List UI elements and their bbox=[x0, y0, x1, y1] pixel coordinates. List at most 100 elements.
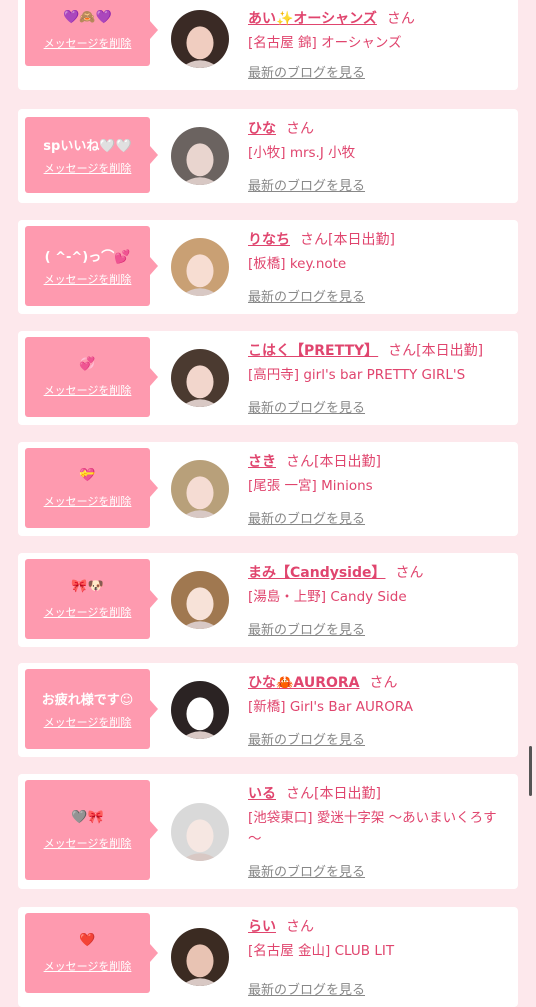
latest-blog-link[interactable]: 最新のブログを見る bbox=[248, 729, 365, 748]
cast-name-link[interactable]: いる bbox=[248, 786, 276, 802]
latest-blog-link[interactable]: 最新のブログを見る bbox=[248, 175, 365, 194]
girl-avatar[interactable] bbox=[171, 10, 229, 68]
girl-avatar[interactable] bbox=[171, 681, 229, 739]
message-bubble: 🩶🎀 メッセージを削除 bbox=[25, 780, 158, 880]
girl-avatar[interactable] bbox=[171, 571, 229, 629]
message-bubble: 🎀🐶 メッセージを削除 bbox=[25, 559, 158, 639]
message-text: 🎀🐶 bbox=[71, 579, 104, 594]
message-card: 🩶🎀 メッセージを削除 いる さん[本日出勤] [池袋東口] 愛迷十字架 ～あいまいくろ… bbox=[18, 774, 518, 889]
delete-message-link[interactable]: メッセージを削除 bbox=[25, 835, 150, 851]
work-status: [本日出勤] bbox=[328, 232, 395, 248]
cast-name-link[interactable]: りなち bbox=[248, 232, 290, 248]
shop-info: [池袋東口] 愛迷十字架 ～あいまいくろす～ bbox=[248, 810, 497, 847]
shop-info: [板橋] key.note bbox=[248, 256, 347, 272]
avatar-photo bbox=[171, 928, 229, 986]
latest-blog-link[interactable]: 最新のブログを見る bbox=[248, 979, 365, 998]
girl-avatar[interactable] bbox=[171, 238, 229, 296]
message-card: 💞 メッセージを削除 こはく【PRETTY】 さん[本日出勤] [高円寺] girl's… bbox=[18, 331, 518, 425]
message-bubble: ❤️ メッセージを削除 bbox=[25, 913, 158, 993]
honorific: さん bbox=[286, 919, 314, 935]
message-card: お疲れ様です☺ メッセージを削除 ひな🦀AURORA さん [新橋] Girl's Ba… bbox=[18, 663, 518, 757]
message-text: ( ^-^)っ⌒💕 bbox=[44, 250, 131, 265]
cast-name-link[interactable]: さき bbox=[248, 454, 276, 470]
work-status: [本日出勤] bbox=[314, 786, 381, 802]
shop-info: [名古屋 錦] オーシャンズ bbox=[248, 35, 402, 51]
message-text: 💞 bbox=[79, 357, 96, 372]
name-line: ひな さん bbox=[248, 118, 510, 138]
message-text: 💜🙈💜 bbox=[63, 10, 112, 25]
name-line: こはく【PRETTY】 さん[本日出勤] bbox=[248, 340, 510, 360]
name-line: らい さん bbox=[248, 916, 510, 936]
name-line: あい✨オーシャンズ さん bbox=[248, 8, 510, 28]
cast-name-link[interactable]: まみ【Candyside】 bbox=[248, 565, 385, 581]
shop-info: [新橋] Girl's Bar AURORA bbox=[248, 699, 413, 715]
latest-blog-link[interactable]: 最新のブログを見る bbox=[248, 861, 365, 880]
message-bubble: 💜🙈💜 メッセージを削除 bbox=[25, 0, 158, 66]
shop-info: [小牧] mrs.J 小牧 bbox=[248, 145, 356, 161]
girl-avatar[interactable] bbox=[171, 127, 229, 185]
avatar-photo bbox=[171, 238, 229, 296]
message-card: ❤️ メッセージを削除 らい さん [名古屋 金山] CLUB LIT 最新のブログを見る bbox=[18, 907, 518, 1007]
scrollbar[interactable] bbox=[529, 746, 532, 796]
message-bubble: お疲れ様です☺ メッセージを削除 bbox=[25, 669, 158, 749]
delete-message-link[interactable]: メッセージを削除 bbox=[25, 382, 150, 398]
delete-message-link[interactable]: メッセージを削除 bbox=[25, 714, 150, 730]
message-card: 💝 メッセージを削除 さき さん[本日出勤] [尾張 一宮] Minions 最新のブログ… bbox=[18, 442, 518, 536]
honorific: さん bbox=[369, 675, 398, 691]
message-bubble: 💝 メッセージを削除 bbox=[25, 448, 158, 528]
avatar-photo bbox=[171, 127, 229, 185]
message-bubble: spいいね🤍🤍 メッセージを削除 bbox=[25, 117, 158, 193]
honorific: さん bbox=[395, 565, 424, 581]
cast-name-link[interactable]: ひな🦀AURORA bbox=[248, 675, 360, 691]
delete-message-link[interactable]: メッセージを削除 bbox=[25, 958, 150, 974]
cast-name-link[interactable]: らい bbox=[248, 919, 276, 935]
girl-avatar[interactable] bbox=[171, 928, 229, 986]
name-line: ひな🦀AURORA さん bbox=[248, 672, 510, 692]
message-text: お疲れ様です☺ bbox=[41, 693, 134, 708]
cast-name-link[interactable]: あい✨オーシャンズ bbox=[248, 11, 377, 27]
delete-message-link[interactable]: メッセージを削除 bbox=[25, 604, 150, 620]
cast-name-link[interactable]: ひな bbox=[248, 121, 276, 137]
message-card: 💜🙈💜 メッセージを削除 あい✨オーシャンズ さん [名古屋 錦] オーシャンズ 最新のブ… bbox=[18, 0, 518, 90]
avatar-photo bbox=[171, 571, 229, 629]
work-status: [本日出勤] bbox=[416, 343, 484, 359]
latest-blog-link[interactable]: 最新のブログを見る bbox=[248, 286, 365, 305]
delete-message-link[interactable]: メッセージを削除 bbox=[25, 271, 150, 287]
shop-info: [名古屋 金山] CLUB LIT bbox=[248, 943, 395, 959]
honorific: さん bbox=[386, 11, 415, 27]
name-line: さき さん[本日出勤] bbox=[248, 451, 510, 471]
avatar-photo bbox=[171, 10, 229, 68]
message-card: spいいね🤍🤍 メッセージを削除 ひな さん [小牧] mrs.J 小牧 最新のブログを見… bbox=[18, 109, 518, 203]
cast-name-link[interactable]: こはく【PRETTY】 bbox=[248, 343, 378, 359]
message-text: 💝 bbox=[79, 468, 96, 483]
work-status: [本日出勤] bbox=[314, 454, 381, 470]
message-text: 🩶🎀 bbox=[71, 810, 104, 825]
delete-message-link[interactable]: メッセージを削除 bbox=[25, 160, 150, 176]
avatar-photo bbox=[171, 802, 229, 861]
girl-avatar[interactable] bbox=[171, 802, 229, 861]
avatar-photo bbox=[171, 349, 229, 407]
delete-message-link[interactable]: メッセージを削除 bbox=[25, 35, 150, 51]
name-line: まみ【Candyside】 さん bbox=[248, 562, 510, 582]
latest-blog-link[interactable]: 最新のブログを見る bbox=[248, 397, 365, 416]
latest-blog-link[interactable]: 最新のブログを見る bbox=[248, 508, 365, 527]
girl-avatar[interactable] bbox=[171, 460, 229, 518]
latest-blog-link[interactable]: 最新のブログを見る bbox=[248, 62, 365, 81]
girl-avatar[interactable] bbox=[171, 349, 229, 407]
honorific: さん bbox=[388, 343, 417, 359]
name-line: いる さん[本日出勤] bbox=[248, 783, 510, 803]
honorific: さん bbox=[300, 232, 328, 248]
name-line: りなち さん[本日出勤] bbox=[248, 229, 510, 249]
honorific: さん bbox=[286, 454, 314, 470]
avatar-photo bbox=[171, 460, 229, 518]
latest-blog-link[interactable]: 最新のブログを見る bbox=[248, 619, 365, 638]
avatar-photo bbox=[171, 681, 229, 739]
shop-info: [湯島・上野] Candy Side bbox=[248, 589, 407, 605]
message-card: ( ^-^)っ⌒💕 メッセージを削除 りなち さん[本日出勤] [板橋] key.not… bbox=[18, 220, 518, 314]
message-bubble: ( ^-^)っ⌒💕 メッセージを削除 bbox=[25, 226, 158, 306]
honorific: さん bbox=[286, 121, 314, 137]
delete-message-link[interactable]: メッセージを削除 bbox=[25, 493, 150, 509]
honorific: さん bbox=[286, 786, 314, 802]
shop-info: [高円寺] girl's bar PRETTY GIRL'S bbox=[248, 367, 466, 383]
shop-info: [尾張 一宮] Minions bbox=[248, 478, 373, 494]
